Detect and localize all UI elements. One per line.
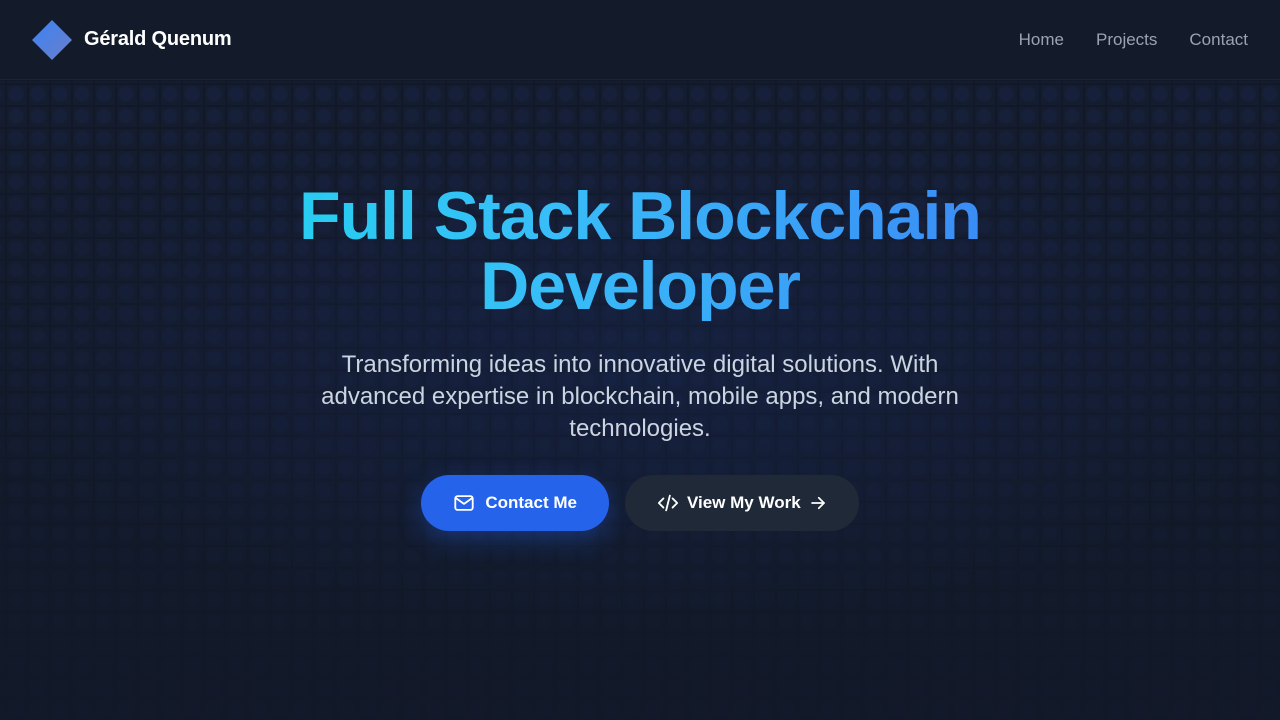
- brand[interactable]: Gérald Quenum: [32, 19, 232, 60]
- main-nav: Home Projects Contact: [1019, 30, 1248, 50]
- hero-subtitle: Transforming ideas into innovative digit…: [321, 351, 959, 442]
- page: Gérald Quenum Home Projects Contact Full…: [0, 0, 1280, 720]
- view-my-work-label: View My Work: [686, 493, 801, 512]
- contact-me-label: Contact Me: [485, 493, 577, 512]
- mail-icon: [454, 495, 474, 511]
- hero-content: Full Stack Blockchain Developer Transfor…: [0, 181, 1280, 531]
- hero-title: Full Stack Blockchain Developer: [210, 181, 1070, 321]
- hero-actions: Contact Me View My Work: [421, 475, 859, 531]
- navbar: Gérald Quenum Home Projects Contact: [0, 0, 1280, 80]
- nav-link-projects[interactable]: Projects: [1096, 30, 1157, 50]
- hero-section: Full Stack Blockchain Developer Transfor…: [0, 81, 1280, 720]
- nav-link-contact[interactable]: Contact: [1189, 30, 1248, 50]
- contact-me-button[interactable]: Contact Me: [421, 475, 609, 531]
- diamond-logo-icon: [32, 19, 72, 60]
- view-my-work-button[interactable]: View My Work: [624, 475, 859, 531]
- code-icon: [657, 494, 679, 512]
- arrow-right-icon: [810, 496, 825, 510]
- brand-name: Gérald Quenum: [84, 28, 232, 50]
- nav-link-home[interactable]: Home: [1019, 30, 1064, 50]
